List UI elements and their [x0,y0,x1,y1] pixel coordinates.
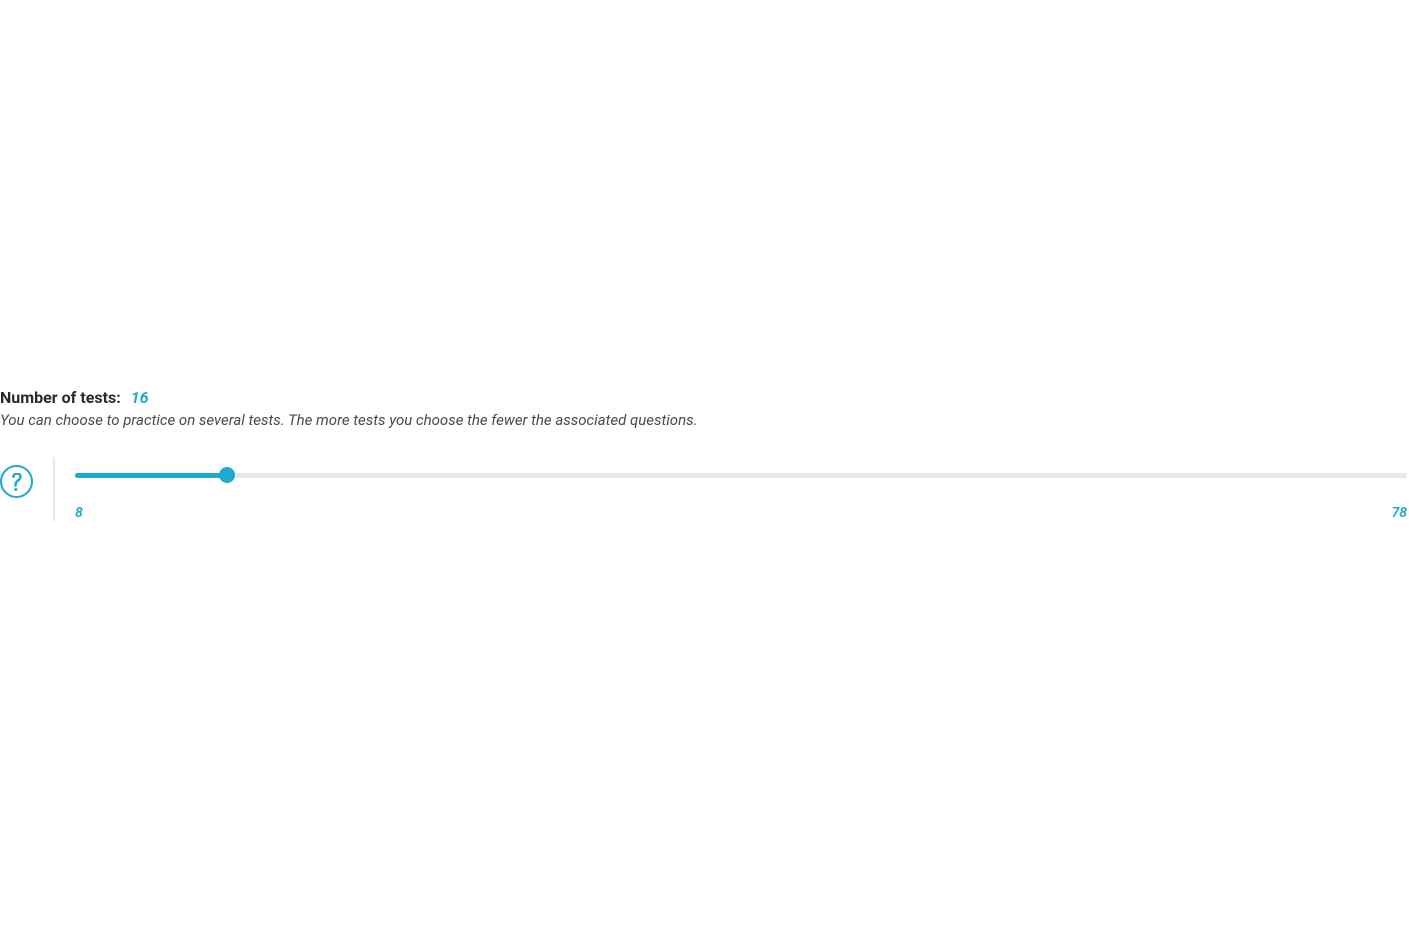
slider-divider [53,457,55,521]
slider-labels: 8 78 [75,505,1407,521]
slider-current-value: 16 [131,388,149,407]
slider-track [75,473,1407,478]
slider-row: 8 78 [0,457,1409,521]
slider-container: 8 78 [75,457,1409,521]
slider-description: You can choose to practice on several te… [0,411,1409,429]
number-of-tests-slider[interactable] [75,467,1407,483]
title-row: Number of tests: 16 [0,388,1409,407]
slider-max-label: 78 [1391,505,1407,521]
slider-title-label: Number of tests: [0,388,121,407]
slider-section-wrapper: Number of tests: 16 You can choose to pr… [0,388,1409,521]
slider-thumb[interactable] [219,467,235,483]
help-icon[interactable] [0,465,33,498]
question-mark-icon [11,473,23,491]
slider-fill [75,473,227,478]
slider-min-label: 8 [75,505,83,521]
help-icon-wrapper [0,457,33,498]
